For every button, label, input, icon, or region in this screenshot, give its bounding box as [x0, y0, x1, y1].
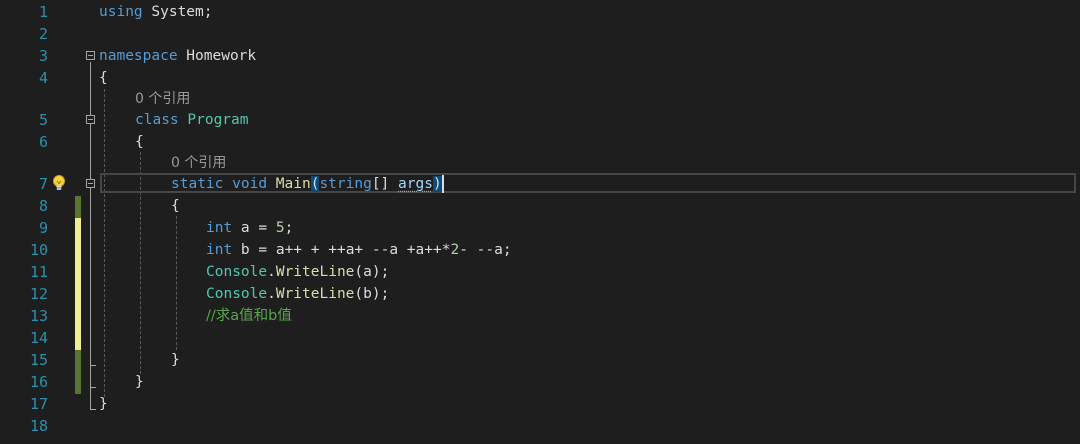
code-token: class [135, 112, 179, 128]
code-line[interactable]: 2 [0, 23, 1080, 45]
code-token: args [398, 176, 433, 192]
code-text: } [171, 349, 180, 371]
code-text: int b = a++ + ++a+ --a +a++*2- --a; [206, 239, 512, 261]
line-number: 11 [29, 263, 48, 281]
code-token: } [135, 374, 144, 390]
code-text: namespace Homework [99, 45, 256, 67]
line-number: 15 [29, 351, 48, 369]
code-text: } [135, 371, 144, 393]
code-token: - --a; [459, 242, 512, 258]
code-token: System; [142, 4, 213, 20]
line-number: 6 [38, 133, 48, 151]
code-line[interactable]: 1 using System; [0, 1, 1080, 23]
code-line[interactable]: 17 } [0, 393, 1080, 415]
code-token: . [267, 286, 276, 302]
code-line[interactable]: 13 //求a值和b值 [0, 305, 1080, 327]
line-number: 5 [38, 111, 48, 129]
code-token: . [267, 264, 276, 280]
codelens-references[interactable]: 0 个引用 [171, 152, 226, 174]
code-token: Console [206, 286, 268, 302]
code-token: { [171, 198, 180, 214]
line-number: 1 [38, 3, 48, 21]
code-text: { [135, 131, 144, 153]
line-number: 2 [38, 25, 48, 43]
code-token: string [319, 176, 372, 192]
code-token: Main [275, 176, 311, 192]
line-number: 18 [29, 417, 48, 435]
code-line[interactable]: 16 } [0, 371, 1080, 393]
code-token: } [171, 352, 180, 368]
code-text: } [99, 393, 108, 415]
line-number: 9 [38, 219, 48, 237]
line-number: 10 [29, 241, 48, 259]
code-line[interactable]: 4 { [0, 67, 1080, 89]
code-token: using [99, 4, 143, 20]
code-token: int [206, 220, 233, 236]
code-line[interactable]: 12 Console.WriteLine(b); [0, 283, 1080, 305]
code-token: { [135, 134, 144, 150]
code-token: } [99, 396, 108, 412]
code-token: b = a++ + ++a+ --a +a++* [232, 242, 451, 258]
code-token: Program [187, 112, 249, 128]
line-number: 16 [29, 373, 48, 391]
line-number: 3 [38, 47, 48, 65]
code-text: { [171, 195, 180, 217]
code-text: int a = 5; [206, 217, 293, 239]
line-number: 14 [29, 329, 48, 347]
code-line[interactable]: 10 int b = a++ + ++a+ --a +a++*2- --a; [0, 239, 1080, 261]
code-line[interactable]: 18 [0, 415, 1080, 437]
code-line[interactable]: 15 } [0, 349, 1080, 371]
code-token: [] [371, 176, 399, 192]
line-number: 8 [38, 197, 48, 215]
codelens-references[interactable]: 0 个引用 [135, 88, 190, 110]
code-text: { [99, 67, 108, 89]
line-number: 4 [38, 69, 48, 87]
code-token: namespace [99, 48, 178, 64]
code-line[interactable]: 9 int a = 5; [0, 217, 1080, 239]
code-line[interactable]: 14 [0, 327, 1080, 349]
code-token: Console [206, 264, 268, 280]
text-caret [442, 175, 444, 193]
code-line[interactable]: 3 namespace Homework [0, 45, 1080, 67]
line-number: 13 [29, 307, 48, 325]
code-editor[interactable]: 0 个引用 0 个引用 1 using System; 2 3 namespac… [0, 0, 1080, 444]
code-token: Homework [177, 48, 257, 64]
code-token: ) [432, 176, 442, 192]
code-token: { [99, 70, 108, 86]
code-token: //求a值和b值 [206, 308, 292, 324]
code-token: (a); [354, 264, 390, 280]
code-token: WriteLine [275, 286, 355, 302]
code-token: a = [232, 220, 276, 236]
code-text: Console.WriteLine(a); [206, 261, 389, 283]
code-text: static void Main(string[] args) [171, 173, 442, 195]
code-line[interactable]: 6 { [0, 131, 1080, 153]
code-text: using System; [99, 1, 213, 23]
code-line[interactable]: 7 static void Main(string[] args) [0, 173, 1080, 195]
code-line[interactable]: 11 Console.WriteLine(a); [0, 261, 1080, 283]
line-number: 12 [29, 285, 48, 303]
code-token: (b); [354, 286, 390, 302]
code-token: 5 [275, 220, 285, 236]
code-token: ; [284, 220, 294, 236]
code-text: class Program [135, 109, 249, 131]
code-text: //求a值和b值 [206, 305, 292, 327]
code-token: 2 [450, 242, 460, 258]
code-token: static [171, 176, 224, 192]
code-token: void [232, 176, 268, 192]
code-text: Console.WriteLine(b); [206, 283, 389, 305]
code-line[interactable]: 5 class Program [0, 109, 1080, 131]
line-number: 7 [38, 175, 48, 193]
line-number: 17 [29, 395, 48, 413]
code-token: WriteLine [275, 264, 355, 280]
code-line[interactable]: 8 { [0, 195, 1080, 217]
code-token: int [206, 242, 233, 258]
